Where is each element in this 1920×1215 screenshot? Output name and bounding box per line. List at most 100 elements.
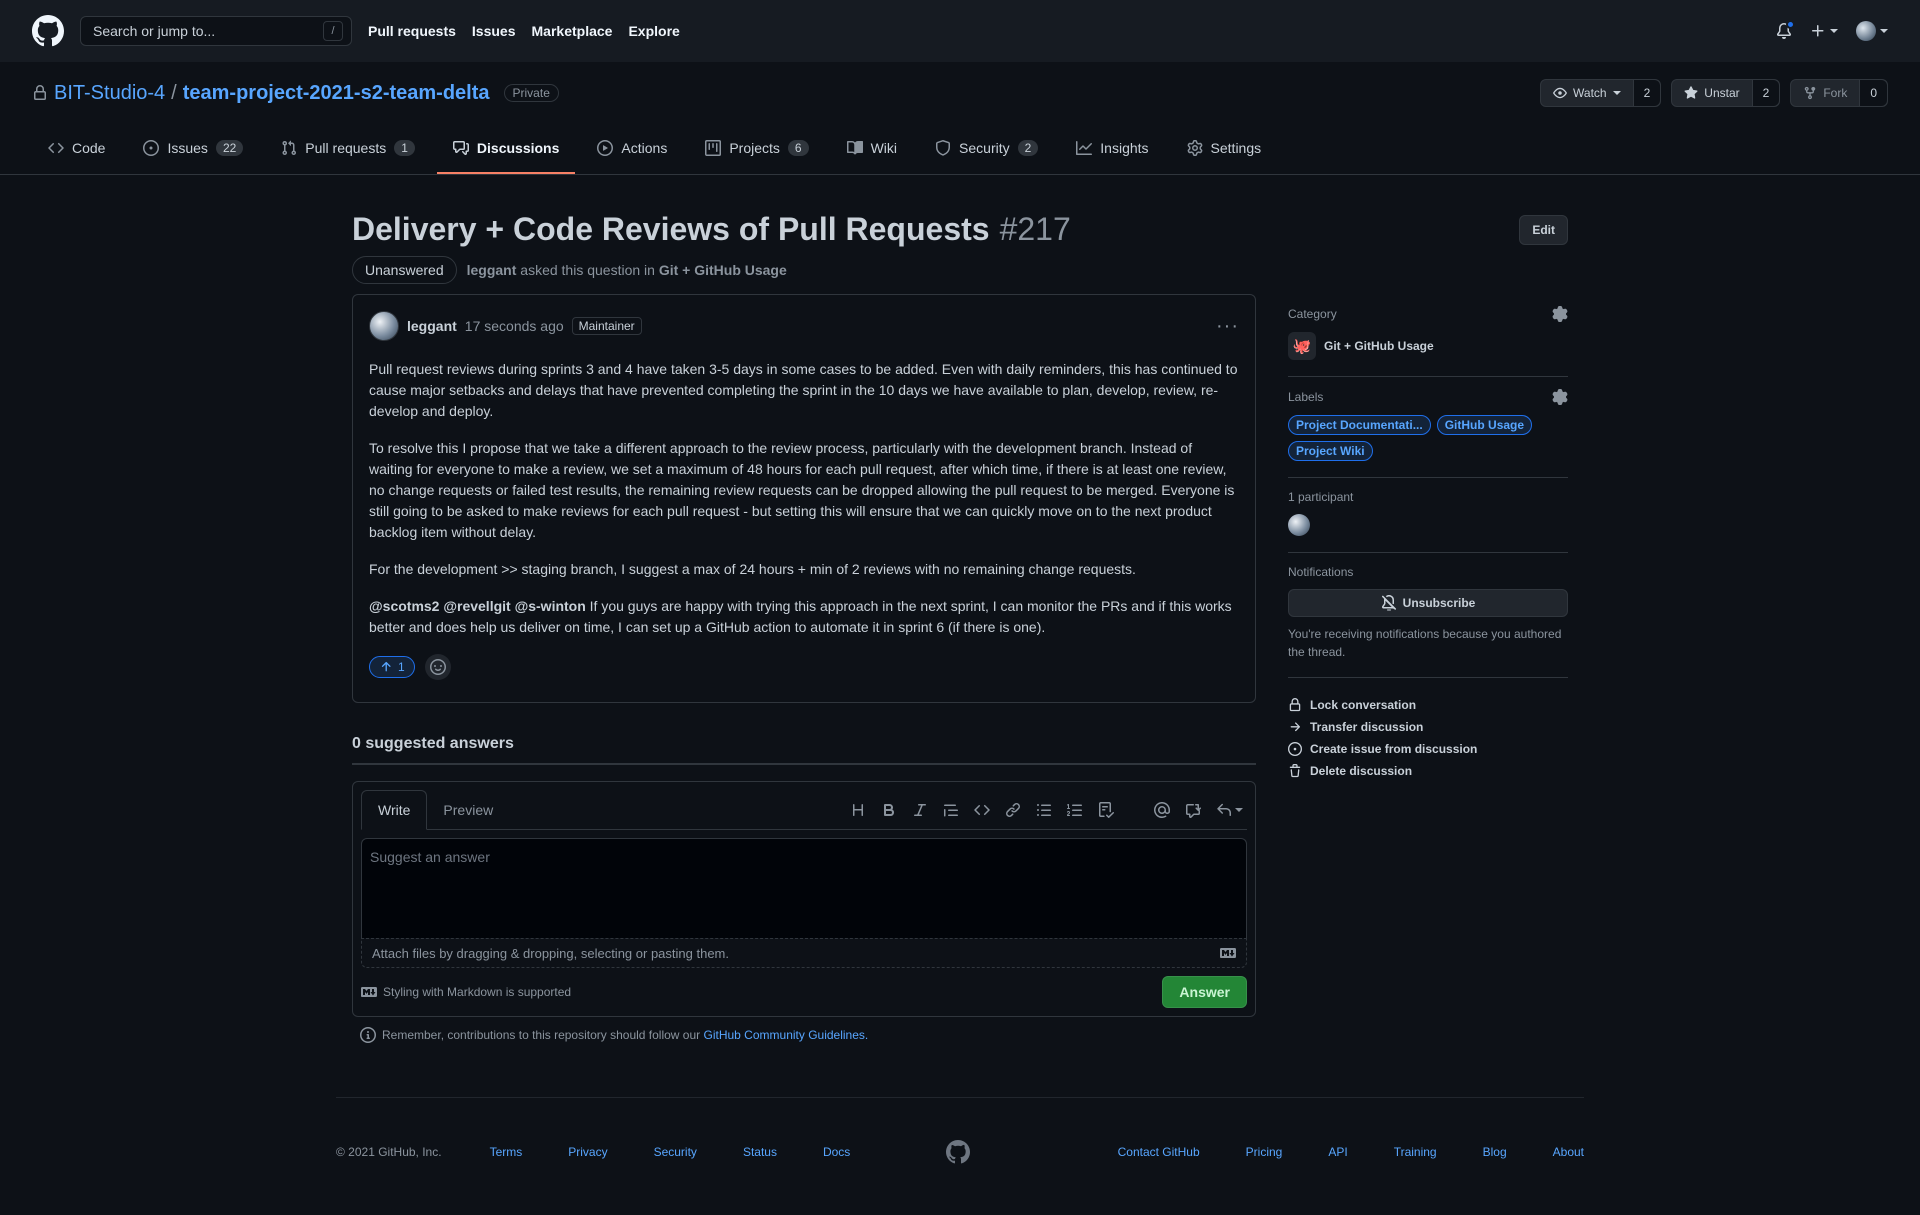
gear-icon[interactable] [1552, 306, 1568, 322]
create-new-menu[interactable] [1810, 23, 1838, 39]
unstar-label: Unstar [1704, 86, 1740, 100]
footer-link-about[interactable]: About [1553, 1145, 1584, 1159]
tab-issues[interactable]: Issues 22 [127, 124, 259, 174]
footer-link-privacy[interactable]: Privacy [568, 1145, 607, 1159]
list-unordered-icon[interactable] [1036, 802, 1052, 818]
category-name: Git + GitHub Usage [1324, 339, 1434, 353]
footer-link-training[interactable]: Training [1394, 1145, 1437, 1159]
code-icon[interactable] [974, 802, 990, 818]
notifications-bell-icon[interactable] [1776, 20, 1795, 39]
watch-count[interactable]: 2 [1633, 80, 1661, 106]
file-attachment-zone[interactable]: Attach files by dragging & dropping, sel… [361, 938, 1247, 968]
footer-link-pricing[interactable]: Pricing [1246, 1145, 1283, 1159]
gear-icon[interactable] [1552, 389, 1568, 405]
guidelines-link[interactable]: GitHub Community Guidelines [704, 1028, 865, 1042]
github-logo-icon[interactable] [946, 1140, 971, 1164]
post-author-link[interactable]: leggant [407, 318, 457, 334]
discussion-number: #217 [999, 211, 1071, 247]
label-list: Project Documentati... GitHub Usage Proj… [1288, 415, 1568, 461]
tab-write[interactable]: Write [361, 790, 428, 830]
quote-icon[interactable] [943, 802, 959, 818]
repo-name-link[interactable]: team-project-2021-s2-team-delta [183, 82, 490, 105]
tab-projects[interactable]: Projects 6 [689, 124, 824, 174]
participants-heading: 1 participant [1288, 490, 1354, 504]
tab-insights[interactable]: Insights [1060, 124, 1164, 174]
avatar[interactable] [369, 311, 399, 341]
discussion-sidebar: Category 🐙 Git + GitHub Usage Labels Pro… [1288, 294, 1568, 1043]
tab-pull-requests[interactable]: Pull requests 1 [265, 124, 431, 174]
tab-actions[interactable]: Actions [581, 124, 683, 174]
github-logo-icon[interactable] [32, 15, 64, 47]
repo-title: BIT-Studio-4 / team-project-2021-s2-team… [32, 82, 559, 105]
label-project-wiki[interactable]: Project Wiki [1288, 441, 1373, 461]
transfer-discussion-action[interactable]: Transfer discussion [1288, 716, 1568, 738]
footer-link-contact[interactable]: Contact GitHub [1118, 1145, 1200, 1159]
tab-settings[interactable]: Settings [1171, 124, 1278, 174]
bold-icon[interactable] [881, 802, 897, 818]
search-input[interactable]: Search or jump to... / [80, 16, 352, 46]
unsubscribe-button[interactable]: Unsubscribe [1288, 589, 1568, 617]
lock-conversation-action[interactable]: Lock conversation [1288, 694, 1568, 716]
category-link[interactable]: 🐙 Git + GitHub Usage [1288, 332, 1568, 360]
user-menu[interactable] [1856, 21, 1888, 41]
footer-link-security[interactable]: Security [654, 1145, 697, 1159]
discussion-post: leggant 17 seconds ago Maintainer ··· Pu… [352, 294, 1256, 703]
avatar [1856, 21, 1876, 41]
nav-issues[interactable]: Issues [472, 23, 516, 39]
add-reaction-button[interactable] [424, 654, 451, 680]
category-link[interactable]: Git + GitHub Usage [659, 262, 787, 278]
tab-code[interactable]: Code [32, 124, 121, 174]
kebab-horizontal-icon[interactable]: ··· [1216, 315, 1239, 338]
avatar[interactable] [1288, 514, 1310, 536]
mention-icon[interactable] [1154, 801, 1170, 818]
guidelines-period: . [864, 1028, 869, 1042]
tab-security[interactable]: Security 2 [919, 124, 1054, 174]
upvote-button[interactable]: 1 [369, 656, 415, 678]
chevron-down-icon [1830, 29, 1838, 33]
fork-count[interactable]: 0 [1860, 80, 1887, 106]
tasklist-icon[interactable] [1098, 801, 1114, 818]
footer-link-terms[interactable]: Terms [490, 1145, 523, 1159]
tab-wiki[interactable]: Wiki [831, 124, 913, 174]
attach-hint: Attach files by dragging & dropping, sel… [372, 945, 729, 961]
create-issue-action[interactable]: Create issue from discussion [1288, 738, 1568, 760]
list-ordered-icon[interactable] [1067, 802, 1083, 818]
user-mentions[interactable]: @scotms2 @revellgit @s-winton [369, 598, 586, 614]
chevron-down-icon [1235, 807, 1243, 812]
footer-link-blog[interactable]: Blog [1483, 1145, 1507, 1159]
tab-preview[interactable]: Preview [427, 790, 509, 829]
reply-menu[interactable] [1216, 802, 1243, 818]
fork-button[interactable]: Fork [1791, 80, 1861, 106]
repo-actions: Watch 2 Unstar 2 Fork 0 [1540, 79, 1888, 107]
tab-discussions[interactable]: Discussions [436, 124, 576, 174]
post-timestamp[interactable]: 17 seconds ago [465, 318, 564, 334]
answer-textarea[interactable]: Suggest an answer [361, 838, 1247, 938]
heading-icon[interactable] [850, 802, 866, 818]
footer-link-api[interactable]: API [1328, 1145, 1347, 1159]
nav-pull-requests[interactable]: Pull requests [368, 23, 456, 39]
comment-discussion-icon [452, 141, 469, 155]
action-label: Create issue from discussion [1310, 742, 1478, 756]
star-count[interactable]: 2 [1752, 80, 1780, 106]
answer-button[interactable]: Answer [1162, 976, 1247, 1008]
star-button-group: Unstar 2 [1671, 79, 1781, 107]
delete-discussion-action[interactable]: Delete discussion [1288, 760, 1568, 782]
repo-owner-link[interactable]: BIT-Studio-4 [54, 82, 165, 105]
footer-link-docs[interactable]: Docs [823, 1145, 850, 1159]
link-icon[interactable] [1005, 802, 1021, 818]
edit-button[interactable]: Edit [1519, 215, 1568, 245]
fork-icon [1805, 86, 1816, 100]
author-link[interactable]: leggant [467, 262, 517, 278]
tab-counter: 6 [787, 140, 809, 156]
watch-button[interactable]: Watch [1541, 80, 1634, 106]
nav-explore[interactable]: Explore [628, 23, 679, 39]
smiley-icon [429, 659, 446, 675]
footer-link-status[interactable]: Status [743, 1145, 777, 1159]
label-project-documentation[interactable]: Project Documentati... [1288, 415, 1431, 435]
markdown-note[interactable]: Styling with Markdown is supported [383, 985, 571, 999]
italic-icon[interactable] [912, 802, 928, 818]
nav-marketplace[interactable]: Marketplace [532, 23, 613, 39]
unstar-button[interactable]: Unstar [1672, 80, 1753, 106]
cross-reference-icon[interactable] [1185, 802, 1201, 818]
label-github-usage[interactable]: GitHub Usage [1436, 415, 1533, 435]
